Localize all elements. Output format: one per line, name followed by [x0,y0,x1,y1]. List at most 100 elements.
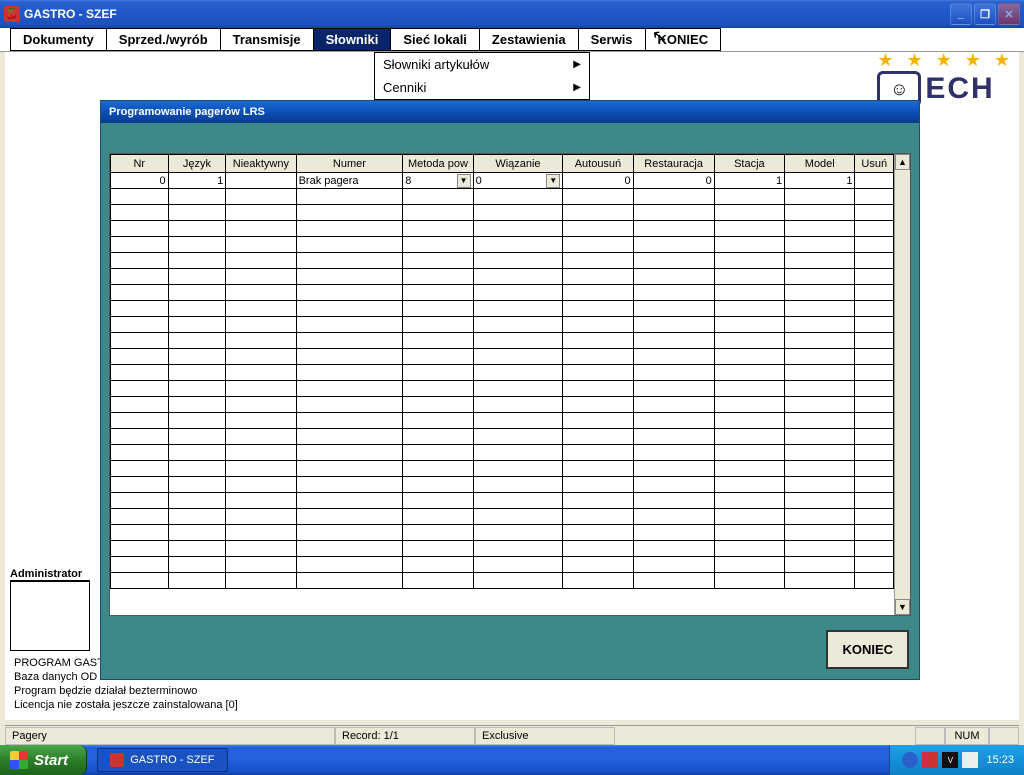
dropdown-item-slowniki-artykulow[interactable]: Słowniki artykułów ▶ [375,53,589,76]
taskbar: Start GASTRO - SZEF V 15:23 [0,745,1024,775]
main-titlebar: 🍒 GASTRO - SZEF _ ❐ ✕ [0,0,1024,28]
taskbar-app[interactable]: GASTRO - SZEF [97,748,227,772]
tray-icon[interactable] [922,752,938,768]
statusbar: Pagery Record: 1/1 Exclusive NUM [5,725,1019,745]
scroll-track[interactable] [895,170,910,599]
submenu-arrow-icon: ▶ [573,82,581,93]
menu-siec[interactable]: Sieć lokali [390,28,480,51]
col-jezyk[interactable]: Język [168,155,226,173]
system-tray[interactable]: V 15:23 [889,745,1024,775]
col-autousun[interactable]: Autousuń [563,155,633,173]
logo-text: ECH [925,72,994,106]
col-metoda[interactable]: Metoda pow [403,155,473,173]
minimize-button[interactable]: _ [950,3,972,25]
table-row[interactable] [111,477,894,493]
col-model[interactable]: Model [785,155,855,173]
scroll-up-icon[interactable]: ▲ [895,154,910,170]
windows-logo-icon [10,751,28,769]
tray-icon[interactable] [962,752,978,768]
table-header-row: Nr Język Nieaktywny Numer Metoda pow Wią… [111,155,894,173]
menu-transmisje[interactable]: Transmisje [220,28,314,51]
col-stacja[interactable]: Stacja [714,155,784,173]
status-mode: Exclusive [475,727,615,745]
table-row[interactable] [111,381,894,397]
table-row[interactable] [111,253,894,269]
dropdown-icon[interactable]: ▼ [546,174,560,188]
table-row[interactable] [111,365,894,381]
admin-label: Administrator [10,568,90,581]
admin-box [10,581,90,651]
table-row[interactable] [111,349,894,365]
dropdown-item-cenniki[interactable]: Cenniki ▶ [375,76,589,99]
table-row[interactable] [111,317,894,333]
table-row[interactable] [111,573,894,589]
taskbar-app-label: GASTRO - SZEF [130,754,214,766]
inner-titlebar: Programowanie pagerów LRS [101,101,919,123]
table-row[interactable] [111,269,894,285]
menu-serwis[interactable]: Serwis [578,28,646,51]
menu-sprzed[interactable]: Sprzed./wyrób [106,28,221,51]
logo-stars: ★ ★ ★ ★ ★ [877,50,1014,71]
tray-icon[interactable]: V [942,752,958,768]
col-numer[interactable]: Numer [296,155,403,173]
submenu-arrow-icon: ▶ [573,59,581,70]
menu-zestawienia[interactable]: Zestawienia [479,28,579,51]
maximize-button[interactable]: ❐ [974,3,996,25]
col-restauracja[interactable]: Restauracja [633,155,714,173]
table-row[interactable] [111,429,894,445]
table-row[interactable] [111,205,894,221]
menu-koniec[interactable]: KONIEC [645,28,722,51]
admin-panel: Administrator [10,568,90,651]
col-nr[interactable]: Nr [111,155,169,173]
taskbar-app-icon [110,753,124,767]
status-left: Pagery [5,727,335,745]
status-record: Record: 1/1 [335,727,475,745]
table-row[interactable] [111,557,894,573]
status-num: NUM [945,727,989,745]
table-row[interactable] [111,493,894,509]
table-row[interactable] [111,541,894,557]
table-row[interactable] [111,237,894,253]
status-blank [915,727,945,745]
col-nieaktywny[interactable]: Nieaktywny [226,155,296,173]
menu-slowniki[interactable]: Słowniki [313,28,392,51]
logo: ★ ★ ★ ★ ★ ☺ ECH [877,50,1014,107]
col-usun[interactable]: Usuń [855,155,894,173]
table-row[interactable] [111,461,894,477]
status-blank2 [989,727,1019,745]
table-row[interactable] [111,285,894,301]
table-row[interactable] [111,301,894,317]
close-button[interactable]: ✕ [998,3,1020,25]
grid: Nr Język Nieaktywny Numer Metoda pow Wią… [109,153,911,616]
dropdown-label: Słowniki artykułów [383,57,489,72]
inner-title: Programowanie pagerów LRS [109,106,265,118]
start-button[interactable]: Start [0,745,87,775]
menu-dokumenty[interactable]: Dokumenty [10,28,107,51]
table-row[interactable] [111,189,894,205]
info-line-4: Licencja nie została jeszcze zainstalowa… [14,698,238,712]
table-row[interactable]: 01Brak pagera8▼0▼0011 [111,173,894,189]
table-row[interactable] [111,445,894,461]
data-table[interactable]: Nr Język Nieaktywny Numer Metoda pow Wią… [110,154,894,589]
menubar: Dokumenty Sprzed./wyrób Transmisje Słown… [0,28,1024,52]
app-icon: 🍒 [4,6,20,22]
dropdown-label: Cenniki [383,80,426,95]
inner-window: Programowanie pagerów LRS Nr Język Nieak… [100,100,920,680]
table-row[interactable] [111,221,894,237]
table-row[interactable] [111,397,894,413]
info-line-3: Program będzie działał bezterminowo [14,684,238,698]
start-label: Start [34,752,68,769]
col-wiazanie[interactable]: Wiązanie [473,155,563,173]
menu-dropdown: Słowniki artykułów ▶ Cenniki ▶ [374,52,590,100]
scroll-down-icon[interactable]: ▼ [895,599,910,615]
table-row[interactable] [111,525,894,541]
window-title: GASTRO - SZEF [24,7,948,21]
tray-icon[interactable] [902,752,918,768]
table-row[interactable] [111,509,894,525]
koniec-button[interactable]: KONIEC [826,630,909,669]
table-row[interactable] [111,333,894,349]
table-row[interactable] [111,413,894,429]
dropdown-icon[interactable]: ▼ [457,174,471,188]
vertical-scrollbar[interactable]: ▲ ▼ [894,154,910,615]
clock: 15:23 [986,754,1014,766]
